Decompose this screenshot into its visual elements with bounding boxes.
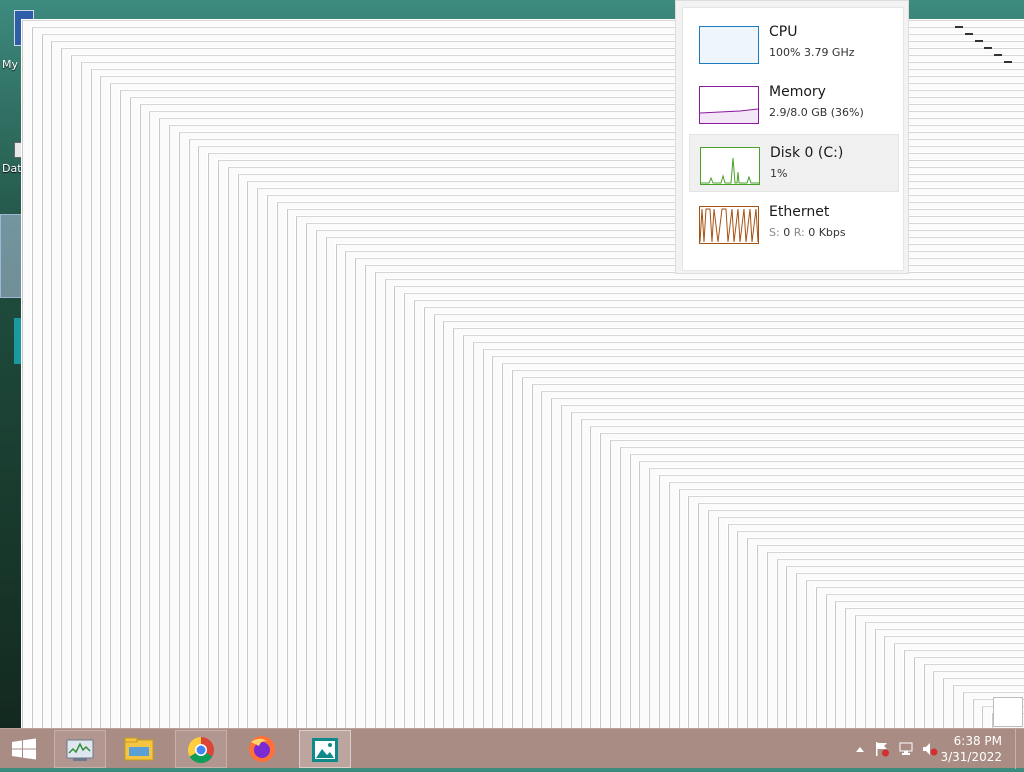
- task-manager-icon: [66, 739, 94, 761]
- taskbar-clock[interactable]: 6:38 PM 3/31/2022: [940, 733, 1002, 765]
- perf-item-title: Ethernet: [769, 204, 830, 220]
- action-center-flag-icon[interactable]: [874, 741, 890, 757]
- clock-date: 3/31/2022: [940, 750, 1002, 764]
- taskbar-app-chrome[interactable]: [175, 730, 227, 768]
- sent-label: S:: [769, 226, 780, 239]
- minimize-icon[interactable]: [984, 47, 993, 49]
- perf-item-memory[interactable]: Memory 2.9/8.0 GB (36%): [689, 74, 899, 132]
- show-hidden-icons-icon[interactable]: [852, 742, 868, 758]
- minimize-icon[interactable]: [964, 33, 973, 35]
- taskbar-app-photos[interactable]: [299, 730, 351, 768]
- minimize-icon[interactable]: [974, 40, 983, 42]
- memory-graph-line: [699, 108, 759, 123]
- file-explorer-icon: [124, 737, 154, 761]
- minimize-icon[interactable]: [955, 26, 963, 28]
- perf-item-disk[interactable]: Disk 0 (C:) 1%: [689, 134, 899, 192]
- perf-item-detail: 1%: [770, 167, 788, 180]
- perf-item-ethernet[interactable]: Ethernet S: 0 R: 0 Kbps: [689, 194, 899, 252]
- resize-grip[interactable]: [993, 697, 1023, 727]
- photos-icon: [312, 738, 338, 762]
- perf-item-detail: S: 0 R: 0 Kbps: [769, 226, 846, 239]
- minimize-icon[interactable]: [994, 54, 1003, 56]
- taskbar-app-file-explorer[interactable]: [114, 730, 166, 768]
- perf-item-cpu[interactable]: CPU 100% 3.79 GHz: [689, 14, 899, 72]
- windows-logo-icon: [12, 738, 36, 760]
- sent-value: 0: [783, 226, 791, 239]
- disk-graph-thumbnail: [700, 147, 760, 185]
- firefox-icon: [249, 736, 275, 762]
- memory-graph-thumbnail: [699, 86, 759, 124]
- volume-muted-icon[interactable]: [922, 741, 938, 757]
- perf-item-title: CPU: [769, 24, 798, 40]
- disk-graph-line: [701, 157, 759, 184]
- ethernet-graph-line: [699, 208, 759, 243]
- taskbar: 6:38 PM 3/31/2022: [0, 728, 1024, 769]
- ethernet-graph-thumbnail: [699, 206, 759, 244]
- taskbar-app-firefox[interactable]: [237, 730, 289, 768]
- network-icon[interactable]: [898, 741, 914, 757]
- start-button[interactable]: [0, 730, 48, 768]
- cpu-graph-thumbnail: [699, 26, 759, 64]
- clock-time: 6:38 PM: [953, 734, 1002, 748]
- performance-popup: CPU 100% 3.79 GHz Memory 2.9/8.0 GB (36%…: [675, 0, 909, 274]
- chrome-icon: [187, 736, 214, 764]
- received-value: 0 Kbps: [808, 226, 846, 239]
- show-desktop-button[interactable]: [1015, 729, 1024, 769]
- perf-item-title: Disk 0 (C:): [770, 145, 844, 161]
- perf-item-title: Memory: [769, 84, 826, 100]
- perf-item-detail: 2.9/8.0 GB (36%): [769, 106, 864, 119]
- taskbar-app-task-manager[interactable]: [54, 730, 106, 768]
- minimize-icon[interactable]: [1004, 61, 1012, 63]
- received-label: R:: [793, 226, 805, 239]
- perf-item-detail: 100% 3.79 GHz: [769, 46, 855, 59]
